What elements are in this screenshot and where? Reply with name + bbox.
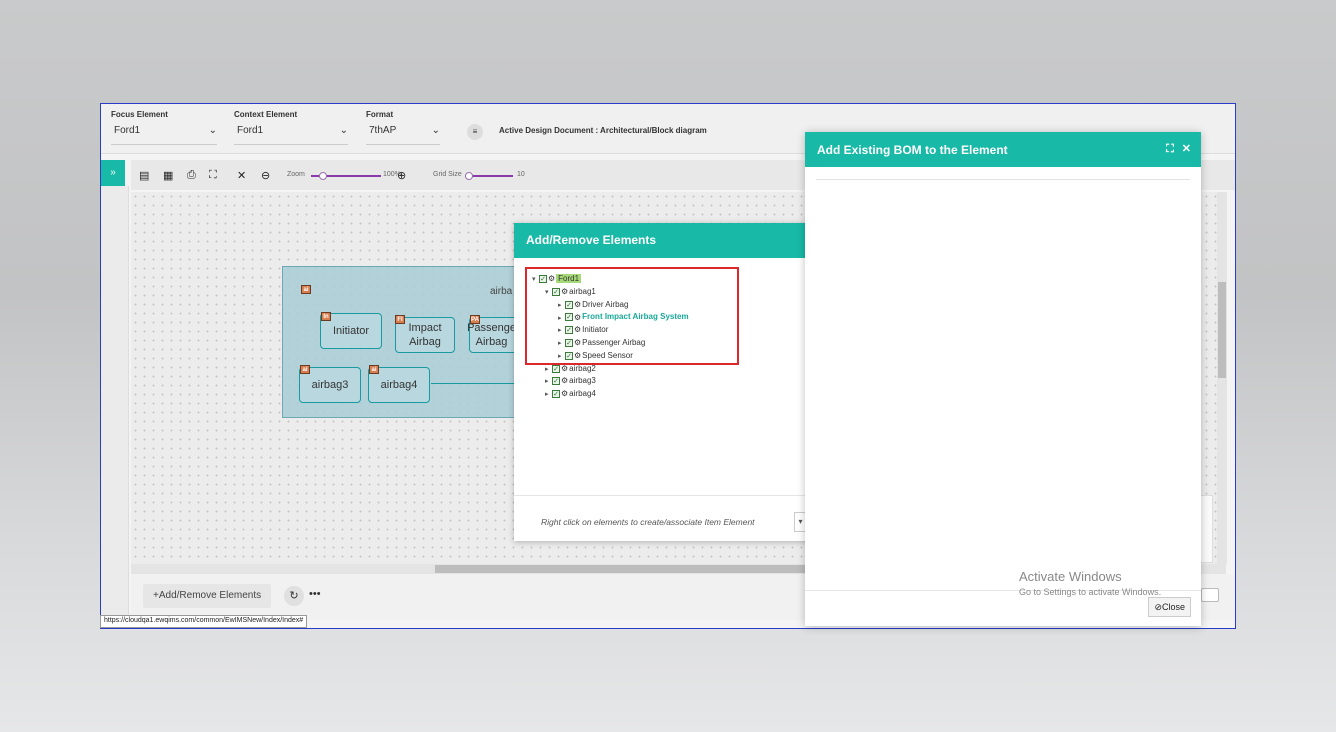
bom-dialog-title: Add Existing BOM to the Element [817, 143, 1008, 157]
left-strip [101, 186, 129, 628]
context-element-field: Context Element Ford1 ⌄ [234, 110, 348, 145]
context-element-label: Context Element [234, 110, 298, 119]
block-label: airbag4 [380, 379, 418, 391]
chevron-down-icon: ⌄ [431, 125, 440, 136]
ban-icon: ⊘ [1154, 602, 1162, 612]
fit-icon[interactable]: ✕ [237, 169, 246, 182]
zoom-slider-handle[interactable] [319, 172, 327, 180]
add-existing-bom-dialog: Add Existing BOM to the Element ⛶ ✕ ⊘Clos… [805, 132, 1201, 626]
pdf-icon[interactable]: ▤ [139, 169, 149, 182]
context-element-select[interactable]: Ford1 ⌄ [234, 125, 348, 145]
watermark-title: Activate Windows [1019, 569, 1122, 584]
context-element-value: Ford1 [237, 125, 264, 136]
image-icon[interactable]: ▦ [163, 169, 173, 182]
add-remove-label: Add/Remove Elements [158, 590, 262, 601]
block-label: Initiator [332, 325, 370, 337]
fullscreen-icon[interactable]: ⛶ [209, 169, 217, 182]
block-label: Impact Airbag [408, 322, 442, 348]
grid-size-label: Grid Size [433, 171, 462, 178]
block-tag: ai [300, 365, 310, 374]
windows-activation-watermark: Activate Windows Go to Settings to activ… [1019, 569, 1161, 597]
watermark-subtitle: Go to Settings to activate Windows. [1019, 587, 1162, 597]
zoom-out-icon[interactable]: ⊖ [261, 169, 270, 182]
format-field: Format 7thAP ⌄ [366, 110, 440, 145]
format-select[interactable]: 7thAP ⌄ [366, 125, 440, 145]
tree-node[interactable]: ▸ ✓ ⚙airbag3 [528, 375, 689, 388]
gears-icon: ⚙ [561, 389, 569, 399]
maximize-icon[interactable]: ⛶ [1166, 143, 1174, 155]
grid-size-value: 10 [517, 171, 525, 178]
header-icons: ⛶ ✕ [1158, 142, 1191, 156]
checkbox[interactable]: ✓ [552, 377, 560, 386]
close-button-label: Close [1161, 602, 1185, 612]
background-panel-edge [1201, 495, 1213, 563]
tree-expander-icon[interactable]: ▸ [545, 389, 552, 401]
active-document-label: Active Design Document : Architectural/B… [499, 126, 707, 135]
tree-expander-icon[interactable]: ▸ [545, 376, 552, 388]
print-icon[interactable]: ⎙ [187, 169, 196, 182]
tree-node[interactable]: ▸ ✓ ⚙airbag4 [528, 388, 689, 401]
block-label: airbag3 [311, 379, 349, 391]
tree-node-label: airbag3 [569, 376, 596, 386]
checkbox[interactable]: ✓ [552, 364, 560, 373]
block-tag: In [321, 312, 331, 321]
format-label: Format [366, 110, 394, 119]
focus-element-value: Ford1 [114, 125, 141, 136]
document-menu-button[interactable]: ≡ [467, 124, 483, 140]
block-label: Passenge Airbag [467, 322, 516, 348]
checkbox[interactable]: ✓ [552, 390, 560, 399]
block-tag: PA [470, 315, 480, 324]
close-button[interactable]: ⊘Close [1148, 597, 1191, 617]
block-tag: ai [369, 365, 379, 374]
dialog-title: Add/Remove Elements [514, 223, 814, 258]
close-icon[interactable]: ✕ [1182, 143, 1191, 155]
focus-element-select[interactable]: Ford1 ⌄ [111, 125, 217, 145]
bom-dialog-header: Add Existing BOM to the Element ⛶ ✕ [805, 132, 1201, 167]
add-remove-elements-button[interactable]: +Add/Remove Elements [143, 584, 272, 608]
refresh-icon[interactable]: ↻ [284, 586, 304, 606]
scrollbar-thumb[interactable] [435, 565, 815, 573]
gears-icon: ⚙ [561, 376, 569, 386]
selection-highlight-box [525, 267, 739, 365]
format-value: 7thAP [369, 125, 397, 136]
tree-expander-icon[interactable]: ▸ [545, 364, 552, 376]
divider [816, 179, 1190, 180]
zoom-label: Zoom [287, 171, 305, 178]
sidebar-expand-button[interactable]: » [101, 160, 125, 186]
grid-size-slider-handle[interactable] [465, 172, 473, 180]
vertical-scrollbar[interactable] [1217, 192, 1227, 564]
block-tag: FI [395, 315, 405, 324]
background-button [1201, 588, 1219, 602]
zoom-in-icon[interactable]: ⊕ [397, 169, 406, 182]
chevron-down-icon: ⌄ [208, 125, 217, 136]
status-bar-url: https://cloudqa1.ewqims.com/common/EwIMS… [100, 615, 308, 628]
block-tag: ai [301, 285, 311, 294]
focus-element-label: Focus Element [111, 110, 168, 119]
group-label: airba [490, 286, 513, 297]
tree-node-label: airbag4 [569, 389, 596, 399]
scrollbar-thumb[interactable] [1218, 282, 1226, 378]
chevron-down-icon: ⌄ [339, 125, 348, 136]
focus-element-field: Focus Element Ford1 ⌄ [111, 110, 217, 145]
more-options-button[interactable]: ••• [309, 588, 321, 600]
divider [514, 495, 814, 496]
dialog-hint: Right click on elements to create/associ… [541, 517, 755, 527]
